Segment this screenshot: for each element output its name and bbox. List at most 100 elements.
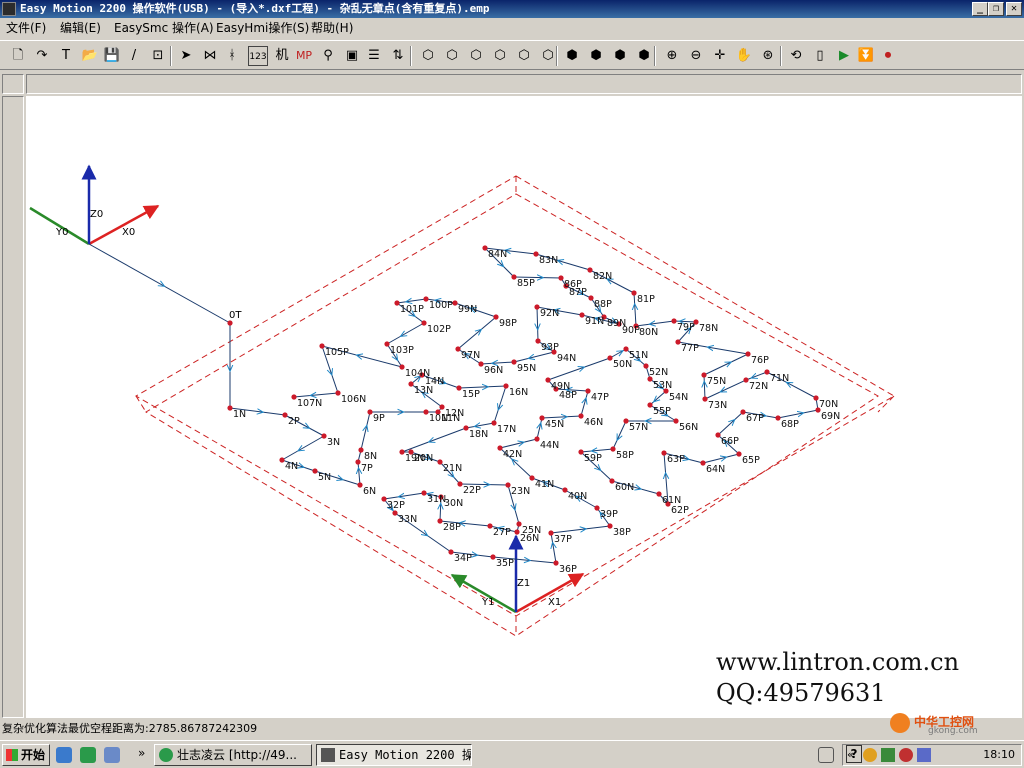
path-point[interactable] bbox=[553, 560, 559, 566]
pen-icon[interactable]: / bbox=[124, 46, 144, 66]
path-point[interactable] bbox=[493, 314, 499, 320]
start-button[interactable]: 开始 bbox=[2, 744, 50, 766]
path-point[interactable] bbox=[701, 372, 707, 378]
machine-icon[interactable]: 机 bbox=[272, 46, 292, 66]
path-point[interactable] bbox=[594, 505, 600, 511]
device-icon[interactable]: ▯ bbox=[810, 46, 830, 66]
path-point[interactable] bbox=[534, 304, 540, 310]
path-point[interactable] bbox=[392, 510, 398, 516]
new-icon[interactable]: 🗋 bbox=[8, 46, 28, 66]
iso-4-icon[interactable]: ⬢ bbox=[634, 46, 654, 66]
path-point[interactable] bbox=[647, 402, 653, 408]
list-icon[interactable]: ☰ bbox=[364, 46, 384, 66]
menu-easysmc[interactable]: EasySmc 操作(A) bbox=[114, 18, 214, 38]
path-point[interactable] bbox=[585, 388, 591, 394]
path-point[interactable] bbox=[661, 450, 667, 456]
path-point[interactable] bbox=[490, 554, 496, 560]
origin-point[interactable] bbox=[227, 320, 233, 326]
path-point[interactable] bbox=[643, 363, 649, 369]
cursor-icon[interactable]: ➤ bbox=[176, 46, 196, 66]
path-point[interactable] bbox=[437, 518, 443, 524]
view-cube-2-icon[interactable]: ⬡ bbox=[442, 46, 462, 66]
security-icon[interactable] bbox=[881, 748, 895, 762]
iso-3-icon[interactable]: ⬢ bbox=[610, 46, 630, 66]
path-point[interactable] bbox=[452, 300, 458, 306]
path-point[interactable] bbox=[764, 369, 770, 375]
close-button[interactable]: ✕ bbox=[1006, 2, 1022, 16]
save-icon[interactable]: 💾 bbox=[102, 46, 122, 66]
path-point[interactable] bbox=[312, 468, 318, 474]
path-point[interactable] bbox=[357, 482, 363, 488]
path-point[interactable] bbox=[448, 549, 454, 555]
pan-icon[interactable]: ✋ bbox=[734, 46, 754, 66]
path-point[interactable] bbox=[607, 355, 613, 361]
path-point[interactable] bbox=[478, 361, 484, 367]
keyboard-icon[interactable] bbox=[818, 747, 834, 763]
path-point[interactable] bbox=[423, 409, 429, 415]
open-icon[interactable]: 📂 bbox=[80, 46, 100, 66]
menu-easyhmi[interactable]: EasyHmi操作(S) bbox=[216, 18, 309, 38]
path-point[interactable] bbox=[491, 420, 497, 426]
path-point[interactable] bbox=[609, 478, 615, 484]
view-cube-6-icon[interactable]: ⬡ bbox=[538, 46, 558, 66]
path-point[interactable] bbox=[456, 385, 462, 391]
path-point[interactable] bbox=[421, 320, 427, 326]
network-icon[interactable] bbox=[863, 748, 877, 762]
path-point[interactable] bbox=[535, 338, 541, 344]
rotate-icon[interactable]: ⟲ bbox=[786, 46, 806, 66]
path-point[interactable] bbox=[702, 396, 708, 402]
zoom-in-icon[interactable]: ⊕ bbox=[662, 46, 682, 66]
path-point[interactable] bbox=[291, 394, 297, 400]
path-point[interactable] bbox=[736, 451, 742, 457]
download-icon[interactable]: ⏬ bbox=[856, 46, 876, 66]
path-point[interactable] bbox=[437, 459, 443, 465]
path-point[interactable] bbox=[439, 404, 445, 410]
path-point[interactable] bbox=[487, 523, 493, 529]
show-desktop-icon[interactable] bbox=[56, 747, 72, 763]
app-icon[interactable] bbox=[2, 2, 16, 16]
number-icon[interactable]: 123 bbox=[248, 46, 268, 66]
path-point[interactable] bbox=[623, 418, 629, 424]
path-point[interactable] bbox=[529, 475, 535, 481]
path-point[interactable] bbox=[673, 418, 679, 424]
redo-icon[interactable]: ↷ bbox=[32, 46, 52, 66]
minimize-button[interactable]: _ bbox=[972, 2, 988, 16]
maximize-button[interactable]: ❐ bbox=[988, 2, 1004, 16]
path-point[interactable] bbox=[497, 445, 503, 451]
record-icon[interactable]: ⏺ bbox=[878, 46, 898, 66]
path-point[interactable] bbox=[227, 405, 233, 411]
fit-all-icon[interactable]: ⊛ bbox=[758, 46, 778, 66]
path-point[interactable] bbox=[505, 482, 511, 488]
path-point[interactable] bbox=[384, 341, 390, 347]
volume-icon[interactable] bbox=[917, 748, 931, 762]
path-point[interactable] bbox=[511, 359, 517, 365]
text-icon[interactable]: T bbox=[56, 46, 76, 66]
quicklaunch-more-button[interactable]: » bbox=[138, 746, 145, 760]
path-point[interactable] bbox=[514, 529, 520, 535]
shield-icon[interactable] bbox=[899, 748, 913, 762]
path-point[interactable] bbox=[321, 433, 327, 439]
filter-icon[interactable]: ⚲ bbox=[318, 46, 338, 66]
fit-icon[interactable]: ⇅ bbox=[388, 46, 408, 66]
view-cube-5-icon[interactable]: ⬡ bbox=[514, 46, 534, 66]
menu-help[interactable]: 帮助(H) bbox=[311, 18, 353, 38]
path-point[interactable] bbox=[319, 343, 325, 349]
path-point[interactable] bbox=[423, 296, 429, 302]
path-point[interactable] bbox=[545, 377, 551, 383]
zoom-out-icon[interactable]: ⊖ bbox=[686, 46, 706, 66]
drawing-canvas[interactable]: X0 Y0 Z0 X1 Y1 Z1 0T 1N 2P 3N 4N 5N 6N 7P 8N 9P 1… bbox=[26, 96, 1022, 718]
path-point[interactable] bbox=[533, 251, 539, 257]
view-cube-3-icon[interactable]: ⬡ bbox=[466, 46, 486, 66]
mirror-icon[interactable]: ⋈ bbox=[200, 46, 220, 66]
menu-edit[interactable]: 编辑(E) bbox=[60, 18, 101, 38]
path-point[interactable] bbox=[610, 446, 616, 452]
iso-2-icon[interactable]: ⬢ bbox=[586, 46, 606, 66]
title-bar[interactable]: Easy Motion 2200 操作软件(USB) - (导入*.dxf工程)… bbox=[0, 0, 1024, 18]
path-point[interactable] bbox=[381, 496, 387, 502]
path-point[interactable] bbox=[623, 346, 629, 352]
path-point[interactable] bbox=[503, 383, 509, 389]
path-point[interactable] bbox=[675, 339, 681, 345]
calibrate-icon[interactable]: ⊡ bbox=[148, 46, 168, 66]
path-point[interactable] bbox=[279, 457, 285, 463]
path-point[interactable] bbox=[482, 245, 488, 251]
